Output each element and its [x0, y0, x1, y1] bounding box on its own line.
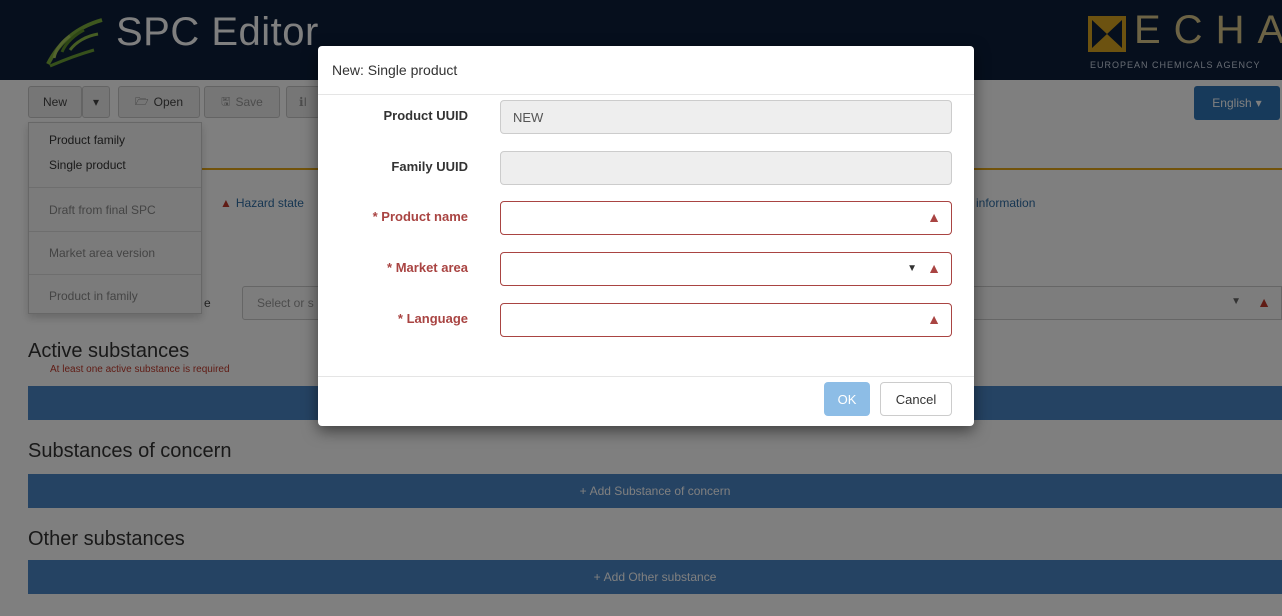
product-uuid-label: Product UUID [383, 108, 469, 123]
product-uuid-field: NEW [500, 100, 952, 134]
new-single-product-dialog: New: Single product Product UUID NEW Fam… [318, 46, 974, 426]
ok-button[interactable]: OK [824, 382, 870, 416]
family-uuid-field [500, 151, 952, 185]
language-label: * Language [397, 311, 468, 326]
cancel-button[interactable]: Cancel [880, 382, 952, 416]
product-name-label: * Product name [372, 209, 468, 224]
warning-icon: ▲ [927, 260, 941, 276]
product-name-input[interactable]: ▲ [500, 201, 952, 235]
dialog-title: New: Single product [332, 62, 458, 78]
warning-icon: ▲ [927, 311, 941, 327]
chevron-down-icon: ▼ [907, 263, 917, 274]
dialog-footer-divider [318, 376, 974, 377]
language-select[interactable]: ▲ [500, 303, 952, 337]
dialog-header-divider [318, 94, 974, 95]
market-area-select[interactable]: ▼ ▲ [500, 252, 952, 286]
warning-icon: ▲ [927, 209, 941, 225]
market-area-label: * Market area [387, 260, 468, 275]
family-uuid-label: Family UUID [391, 159, 468, 174]
